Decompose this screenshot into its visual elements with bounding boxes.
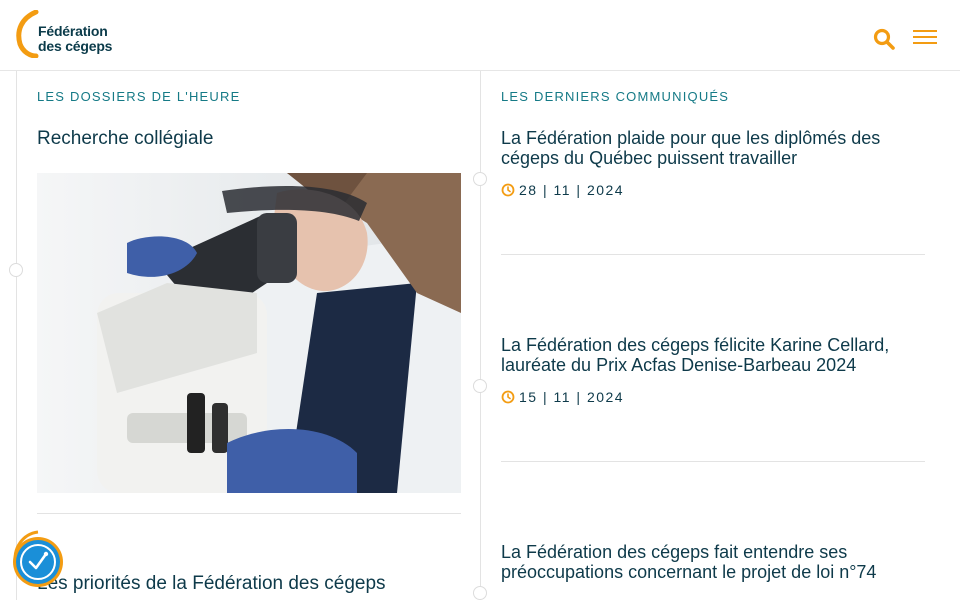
news-item-title[interactable]: La Fédération des cégeps fait entendre s… xyxy=(501,542,921,582)
timeline-dot xyxy=(9,263,23,277)
news-divider xyxy=(501,254,925,255)
site-header: Fédération des cégeps xyxy=(0,0,960,71)
news-divider xyxy=(501,461,925,462)
news-section-label: LES DERNIERS COMMUNIQUÉS xyxy=(501,89,730,104)
search-icon xyxy=(873,28,895,50)
timeline-dot xyxy=(473,586,487,600)
news-date-text: 28 | 11 | 2024 xyxy=(519,182,625,198)
timeline-dot xyxy=(473,172,487,186)
timeline-dot xyxy=(473,379,487,393)
news-item-title[interactable]: La Fédération plaide pour que les diplôm… xyxy=(501,128,921,168)
dossiers-section-label: LES DOSSIERS DE L'HEURE xyxy=(37,89,241,104)
dossiers-column: LES DOSSIERS DE L'HEURE Recherche collég… xyxy=(9,71,461,600)
news-column: LES DERNIERS COMMUNIQUÉS La Fédération p… xyxy=(473,71,925,600)
hamburger-menu-icon xyxy=(913,30,937,44)
logo[interactable]: Fédération des cégeps xyxy=(14,10,134,58)
logo-text: Fédération des cégeps xyxy=(38,24,112,54)
logo-line-2: des cégeps xyxy=(38,38,113,54)
accessibility-icon xyxy=(13,530,63,587)
clock-icon xyxy=(501,183,515,197)
dossier-divider xyxy=(37,513,461,514)
accessibility-button[interactable] xyxy=(8,524,74,590)
news-item-date: 28 | 11 | 2024 xyxy=(501,182,624,198)
dossier-title-link[interactable]: Recherche collégiale xyxy=(37,128,213,150)
clock-icon xyxy=(501,390,515,404)
menu-button[interactable] xyxy=(911,28,939,48)
news-date-text: 15 | 11 | 2024 xyxy=(519,389,625,405)
dossier-title-link[interactable]: Les priorités de la Fédération des cégep… xyxy=(37,573,386,595)
dossier-photo[interactable] xyxy=(37,173,461,493)
researcher-microscope-image xyxy=(37,173,461,493)
news-item-date: 15 | 11 | 2024 xyxy=(501,389,624,405)
news-item-title[interactable]: La Fédération des cégeps félicite Karine… xyxy=(501,335,921,375)
logo-line-1: Fédération xyxy=(38,23,108,39)
search-button[interactable] xyxy=(872,27,896,51)
